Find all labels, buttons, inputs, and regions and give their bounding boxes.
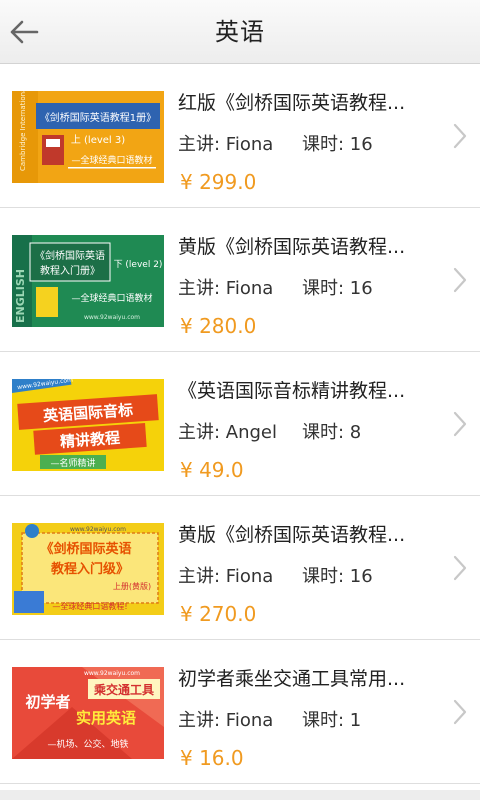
course-thumbnail: ENGLISH 《剑桥国际英语 教程入门册》 下 (level 2) —全球经典… bbox=[12, 235, 164, 327]
chevron-right-icon bbox=[453, 411, 467, 437]
course-thumbnail: Cambridge International 《剑桥国际英语教程1册》 上 (… bbox=[12, 91, 164, 183]
thumb-line4: —全球经典口语教材 bbox=[71, 292, 152, 304]
course-title: 《英语国际音标精讲教程... bbox=[178, 380, 406, 402]
thumb-line2: 初学者 bbox=[25, 693, 70, 711]
course-hours: 课时: 16 bbox=[302, 566, 373, 587]
course-item[interactable]: Cambridge International 《剑桥国际英语教程1册》 上 (… bbox=[0, 64, 480, 208]
course-title: 初学者乘坐交通工具常用... bbox=[178, 668, 406, 690]
chevron-right-icon bbox=[453, 123, 467, 149]
thumb-line2: 教程入门册》 bbox=[40, 264, 100, 277]
course-teacher: 主讲: Fiona bbox=[178, 710, 274, 731]
course-price: ¥ 16.0 bbox=[180, 746, 244, 770]
app-header: 英语 bbox=[0, 0, 480, 64]
list-footer bbox=[0, 790, 480, 800]
course-price: ¥ 270.0 bbox=[180, 602, 257, 626]
course-teacher: 主讲: Fiona bbox=[178, 278, 274, 299]
course-price: ¥ 299.0 bbox=[180, 170, 257, 194]
thumb-url: www.92waiyu.com bbox=[84, 670, 140, 677]
thumb-line1: 乘交通工具 bbox=[93, 682, 154, 697]
course-list: Cambridge International 《剑桥国际英语教程1册》 上 (… bbox=[0, 64, 480, 784]
thumb-line1: 《剑桥国际英语 bbox=[35, 249, 105, 262]
course-item[interactable]: www.92waiyu.com 乘交通工具 初学者 实用英语 —机场、公交、地铁… bbox=[0, 640, 480, 784]
thumb-url: www.92waiyu.com bbox=[70, 526, 126, 533]
thumb-line2: 上 (level 3) bbox=[71, 134, 125, 146]
thumb-line1: 《剑桥国际英语 bbox=[40, 541, 131, 557]
thumb-line3: 上册(黄版) bbox=[113, 581, 151, 591]
thumb-line3: 下 (level 2) bbox=[114, 260, 163, 270]
course-hours: 课时: 1 bbox=[302, 710, 362, 731]
course-teacher: 主讲: Fiona bbox=[178, 134, 274, 155]
thumb-line3: 实用英语 bbox=[76, 709, 136, 727]
thumb-line3: —全球经典口语教材 bbox=[71, 154, 152, 166]
thumb-line4: —全球经典口语教程! bbox=[52, 601, 127, 611]
thumb-url: www.92waiyu.com bbox=[84, 314, 140, 321]
thumb-line4: —机场、公交、地铁 bbox=[47, 738, 128, 750]
thumb-line3: —名师精讲 bbox=[50, 457, 95, 469]
course-teacher: 主讲: Angel bbox=[178, 422, 278, 443]
course-title: 黄版《剑桥国际英语教程... bbox=[178, 524, 406, 546]
chevron-right-icon bbox=[453, 699, 467, 725]
course-price: ¥ 49.0 bbox=[180, 458, 244, 482]
course-item[interactable]: ENGLISH 《剑桥国际英语 教程入门册》 下 (level 2) —全球经典… bbox=[0, 208, 480, 352]
page-title: 英语 bbox=[215, 18, 265, 46]
chevron-right-icon bbox=[453, 555, 467, 581]
course-thumbnail: www.92waiyu.com 英语国际音标 精讲教程 —名师精讲 bbox=[12, 379, 164, 471]
course-title: 红版《剑桥国际英语教程... bbox=[178, 92, 406, 114]
course-hours: 课时: 16 bbox=[302, 134, 373, 155]
thumb-line1: 《剑桥国际英语教程1册》 bbox=[40, 111, 156, 124]
course-title: 黄版《剑桥国际英语教程... bbox=[178, 236, 406, 258]
thumb-side-text: ENGLISH bbox=[14, 269, 27, 323]
course-thumbnail: www.92waiyu.com 《剑桥国际英语 教程入门级》 上册(黄版) —全… bbox=[12, 523, 164, 615]
course-hours: 课时: 16 bbox=[302, 278, 373, 299]
thumb-line2: 教程入门级》 bbox=[50, 561, 129, 577]
course-item[interactable]: www.92waiyu.com 英语国际音标 精讲教程 —名师精讲 《英语国际音… bbox=[0, 352, 480, 496]
course-hours: 课时: 8 bbox=[302, 422, 362, 443]
course-price: ¥ 280.0 bbox=[180, 314, 257, 338]
course-item[interactable]: www.92waiyu.com 《剑桥国际英语 教程入门级》 上册(黄版) —全… bbox=[0, 496, 480, 640]
course-thumbnail: www.92waiyu.com 乘交通工具 初学者 实用英语 —机场、公交、地铁 bbox=[12, 667, 164, 759]
course-teacher: 主讲: Fiona bbox=[178, 566, 274, 587]
thumb-side-text: Cambridge International bbox=[19, 91, 27, 171]
chevron-right-icon bbox=[453, 267, 467, 293]
